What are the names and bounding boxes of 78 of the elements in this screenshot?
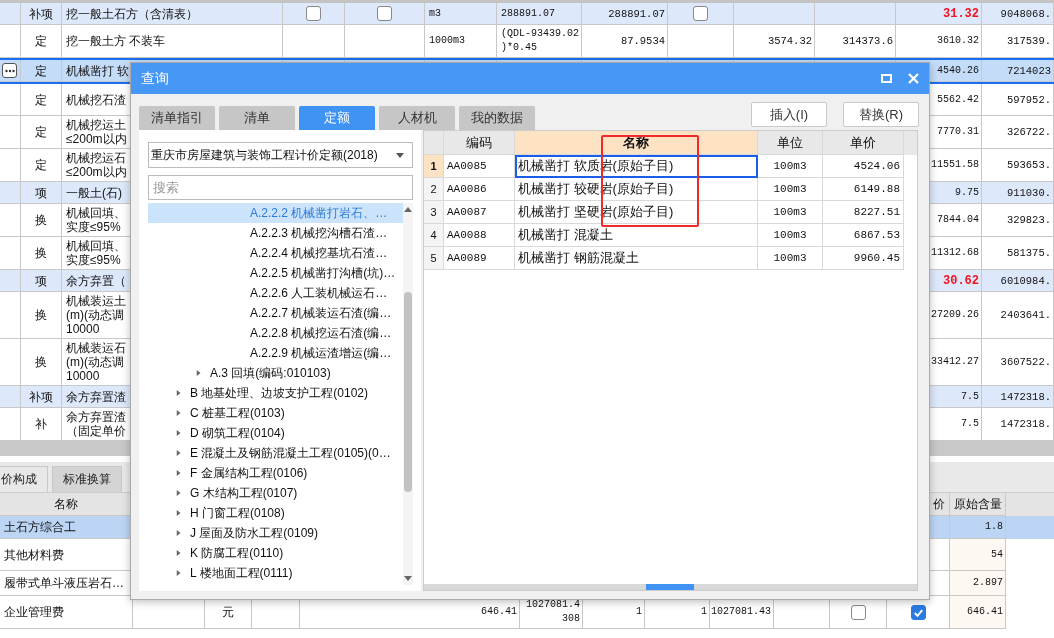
table-cell: AA0086 (444, 178, 515, 201)
tab[interactable]: 清单指引 (139, 106, 215, 130)
column-header[interactable]: 单位 (758, 131, 823, 155)
table-cell: 646.41 (950, 596, 1006, 629)
table-cell: 4524.06 (823, 155, 904, 178)
row-number: 4 (424, 224, 444, 247)
expand-arrow-icon[interactable] (196, 369, 202, 377)
library-dropdown[interactable]: 重庆市房屋建筑与装饰工程计价定额(2018) (148, 142, 413, 168)
tab[interactable]: 清单 (219, 106, 295, 130)
checkbox[interactable] (377, 6, 392, 21)
tab[interactable]: 价构成 (0, 466, 48, 492)
tree-item[interactable]: K 防腐工程(0110) (148, 543, 403, 563)
tree-item[interactable]: F 金属结构工程(0106) (148, 463, 403, 483)
row-number: 5 (424, 247, 444, 270)
expand-arrow-icon[interactable] (176, 429, 182, 437)
scrollbar[interactable] (403, 203, 413, 585)
table-cell: 100m3 (758, 247, 823, 270)
table-cell: 6867.53 (823, 224, 904, 247)
scroll-up-icon[interactable] (404, 207, 412, 212)
expand-arrow-icon[interactable] (176, 389, 182, 397)
table-cell: AA0088 (444, 224, 515, 247)
tab[interactable]: 人材机 (379, 106, 455, 130)
corner-cell (424, 131, 444, 155)
tree-item[interactable]: H 门窗工程(0108) (148, 503, 403, 523)
table-cell: 54 (950, 539, 1006, 571)
close-icon[interactable] (908, 73, 919, 84)
table-cell: AA0089 (444, 247, 515, 270)
column-header[interactable]: 名称 (515, 131, 758, 155)
expand-arrow-icon[interactable] (176, 489, 182, 497)
dots-icon (4, 68, 15, 73)
action-button[interactable]: 替换(R) (843, 102, 919, 127)
table-row[interactable]: 定 挖一般土方 不装车 1000m3 (QDL-93439.02 )*0.45 87.9534 3574.32 314373.6 3610.32 317539. (0, 25, 1054, 58)
tree-item[interactable]: A.2.2.2 机械凿打岩石、… (148, 203, 403, 223)
row-number: 3 (424, 201, 444, 224)
scroll-down-icon[interactable] (404, 576, 412, 581)
tree-item[interactable]: G 木结构工程(0107) (148, 483, 403, 503)
table-cell: AA0087 (444, 201, 515, 224)
expand-arrow-icon[interactable] (176, 449, 182, 457)
action-button[interactable]: 插入(I) (751, 102, 827, 127)
table-cell: 1.8 (950, 516, 1006, 539)
checkbox[interactable] (306, 6, 321, 21)
table-cell: 机械凿打 混凝土 (515, 224, 758, 247)
checkbox[interactable] (910, 604, 926, 620)
table-cell: 9960.45 (823, 247, 904, 270)
row-number: 2 (424, 178, 444, 201)
dropdown-arrow-icon (396, 152, 404, 158)
table-cell: 8227.51 (823, 201, 904, 224)
more-button[interactable] (2, 63, 17, 78)
table-cell: 100m3 (758, 178, 823, 201)
table-cell: 100m3 (758, 224, 823, 247)
expand-arrow-icon[interactable] (176, 529, 182, 537)
search-field[interactable]: 搜索 (148, 175, 413, 200)
expand-arrow-icon[interactable] (176, 549, 182, 557)
table-cell: 100m3 (758, 201, 823, 224)
table-cell: 6149.88 (823, 178, 904, 201)
expand-arrow-icon[interactable] (176, 569, 182, 577)
tab[interactable]: 标准换算 (52, 466, 122, 492)
tab[interactable]: 我的数据 (459, 106, 535, 130)
table-cell: 100m3 (758, 155, 823, 178)
checkbox[interactable] (693, 6, 708, 21)
maximize-icon[interactable] (881, 74, 892, 83)
tree-item[interactable]: J 屋面及防水工程(0109) (148, 523, 403, 543)
table-cell: 定 (21, 60, 62, 82)
table-row[interactable]: 补项 挖一般土石方（含清表） m3 288891.07 288891.07 31.32 9048068. (0, 3, 1054, 25)
table-cell: AA0085 (444, 155, 515, 178)
row-number: 1 (424, 155, 444, 178)
table-cell: 2.897 (950, 571, 1006, 596)
column-header[interactable]: 单价 (823, 131, 904, 155)
table-cell: 机械凿打 钢筋混凝土 (515, 247, 758, 270)
expand-arrow-icon[interactable] (176, 509, 182, 517)
table-cell: 7214023 (982, 60, 1054, 82)
scrollbar[interactable] (424, 584, 917, 590)
expand-arrow-icon[interactable] (176, 469, 182, 477)
tree-item[interactable]: L 楼地面工程(0111) (148, 563, 403, 583)
expand-arrow-icon[interactable] (176, 409, 182, 417)
column-header[interactable]: 编码 (444, 131, 515, 155)
tree-item[interactable]: E 混凝土及钢筋混凝土工程(0105)(0… (148, 443, 403, 463)
checkbox[interactable] (850, 604, 866, 620)
